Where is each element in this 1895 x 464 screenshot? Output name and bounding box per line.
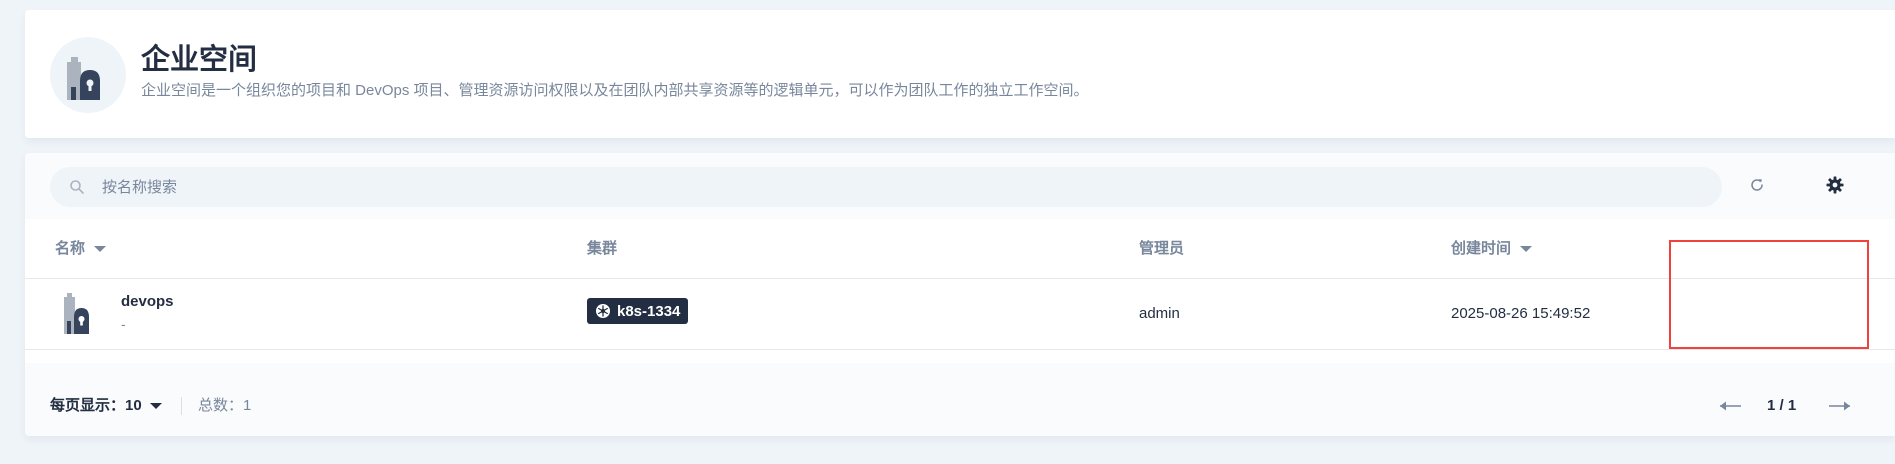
column-created-header[interactable]: 创建时间 xyxy=(1451,219,1533,279)
column-cluster-header: 集群 xyxy=(587,219,617,279)
settings-button[interactable] xyxy=(1815,167,1855,207)
column-label: 集群 xyxy=(587,240,618,257)
search-input[interactable] xyxy=(102,167,1682,207)
workspace-description: - xyxy=(121,316,126,332)
workspace-name-link[interactable]: devops xyxy=(121,293,174,310)
refresh-button[interactable] xyxy=(1737,167,1777,207)
pagination-bar: 每页显示： 10 总数：1 1 / 1 xyxy=(25,376,1895,436)
divider xyxy=(181,397,182,415)
search-icon xyxy=(69,179,85,195)
page-indicator: 1 / 1 xyxy=(1767,397,1797,414)
total-count: 总数：1 xyxy=(198,376,251,436)
workspace-building-icon xyxy=(50,37,126,113)
sort-caret-icon xyxy=(94,246,107,252)
table-spacer xyxy=(25,350,1895,363)
column-label: 管理员 xyxy=(1139,240,1185,257)
previous-page-button[interactable] xyxy=(1715,396,1745,416)
kubernetes-icon xyxy=(595,303,611,319)
table-header: 名称 集群 管理员 创建时间 xyxy=(25,219,1895,279)
page-description: 企业空间是一个组织您的项目和 DevOps 项目、管理资源访问权限以及在团队内部… xyxy=(141,82,1089,99)
per-page-value: 10 xyxy=(125,397,142,414)
column-name-header[interactable]: 名称 xyxy=(55,219,107,279)
page-header: 企业空间 企业空间是一个组织您的项目和 DevOps 项目、管理资源访问权限以及… xyxy=(25,10,1895,138)
gear-icon xyxy=(1826,176,1844,199)
admin-cell: admin xyxy=(1139,305,1180,322)
workspace-table: 名称 集群 管理员 创建时间 devops - k8s-1334 admin 2… xyxy=(25,219,1895,363)
column-label: 名称 xyxy=(55,240,86,257)
next-page-button[interactable] xyxy=(1825,396,1855,416)
total-label: 总数： xyxy=(198,397,244,414)
refresh-icon xyxy=(1749,177,1765,198)
workspace-list-card: 名称 集群 管理员 创建时间 xyxy=(25,153,1895,436)
created-time-cell: 2025-08-26 15:49:52 xyxy=(1451,305,1591,322)
total-value: 1 xyxy=(243,397,252,414)
column-label: 创建时间 xyxy=(1451,240,1512,257)
per-page-select[interactable]: 每页显示： 10 xyxy=(50,376,162,436)
sort-caret-icon xyxy=(1520,246,1533,252)
table-row[interactable]: devops - k8s-1334 admin 2025-08-26 15:49… xyxy=(25,279,1895,350)
search-bar[interactable] xyxy=(50,167,1722,207)
arrow-left-icon xyxy=(1715,401,1745,420)
page-title: 企业空间 xyxy=(141,44,258,76)
arrow-right-icon xyxy=(1825,401,1855,420)
cluster-badge: k8s-1334 xyxy=(587,298,689,324)
column-admin-header: 管理员 xyxy=(1139,219,1184,279)
cluster-name: k8s-1334 xyxy=(617,302,681,320)
chevron-down-icon xyxy=(149,403,162,409)
workspace-building-icon xyxy=(61,292,95,336)
per-page-label: 每页显示： xyxy=(50,397,126,414)
